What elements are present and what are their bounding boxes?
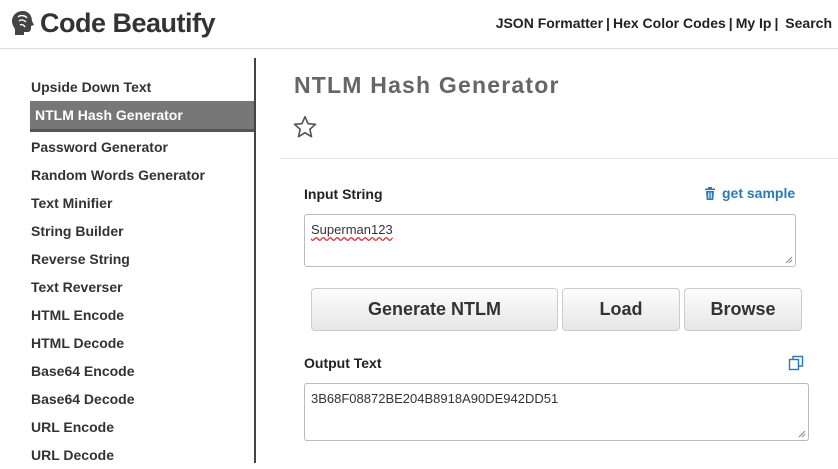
output-text-value: 3B68F08872BE204B8918A90DE942DD51 [311, 391, 559, 406]
brain-logo-icon [12, 11, 34, 35]
sidebar-item-url-encode[interactable]: URL Encode [30, 413, 254, 441]
nav-search[interactable]: Search [785, 15, 832, 31]
copy-icon[interactable] [788, 355, 804, 371]
nav-hex-color-codes[interactable]: Hex Color Codes [613, 15, 726, 31]
sidebar-item-text-minifier[interactable]: Text Minifier [30, 189, 254, 217]
sidebar-item-url-decode[interactable]: URL Decode [30, 441, 254, 469]
output-text-label: Output Text [304, 355, 382, 371]
top-nav: JSON Formatter | Hex Color Codes | My Ip | Se… [495, 15, 832, 31]
sidebar-divider [254, 58, 256, 463]
input-string-textarea[interactable]: Superman123 [304, 214, 796, 267]
site-header: Code Beautify JSON Formatter | Hex Color C… [0, 0, 838, 49]
sidebar-item-html-decode[interactable]: HTML Decode [30, 329, 254, 357]
get-sample-link[interactable]: get sample [704, 185, 795, 201]
load-button[interactable]: Load [562, 288, 680, 331]
trash-icon [705, 186, 715, 200]
sidebar-item-upside-down-text[interactable]: Upside Down Text [30, 73, 254, 101]
title-divider [280, 158, 838, 159]
nav-my-ip[interactable]: My Ip [736, 15, 772, 31]
resize-handle-icon[interactable] [785, 256, 793, 264]
sidebar-item-string-builder[interactable]: String Builder [30, 217, 254, 245]
resize-handle-icon[interactable] [798, 430, 806, 438]
sidebar-item-html-encode[interactable]: HTML Encode [30, 301, 254, 329]
browse-button[interactable]: Browse [684, 288, 802, 331]
sidebar-item-random-words-generator[interactable]: Random Words Generator [30, 161, 254, 189]
page-title: NTLM Hash Generator [294, 72, 560, 98]
sidebar-item-ntlm-hash-generator[interactable]: NTLM Hash Generator [30, 101, 254, 132]
sidebar-item-text-reverser[interactable]: Text Reverser [30, 273, 254, 301]
sidebar-item-reverse-string[interactable]: Reverse String [30, 245, 254, 273]
get-sample-label: get sample [722, 185, 796, 201]
sidebar: Upside Down Text NTLM Hash Generator Pas… [0, 58, 254, 463]
generate-ntlm-button[interactable]: Generate NTLM [311, 288, 558, 331]
nav-json-formatter[interactable]: JSON Formatter [496, 15, 603, 31]
sidebar-item-password-generator[interactable]: Password Generator [30, 133, 254, 161]
input-string-value: Superman123 [311, 222, 393, 237]
sidebar-item-base64-encode[interactable]: Base64 Encode [30, 357, 254, 385]
output-text-textarea[interactable]: 3B68F08872BE204B8918A90DE942DD51 [304, 383, 809, 441]
sidebar-item-base64-decode[interactable]: Base64 Decode [30, 385, 254, 413]
star-favorite-icon[interactable] [292, 114, 318, 140]
site-logo[interactable]: Code Beautify [8, 6, 216, 40]
logo-text: Code Beautify [40, 7, 216, 38]
input-string-label: Input String [304, 186, 383, 202]
